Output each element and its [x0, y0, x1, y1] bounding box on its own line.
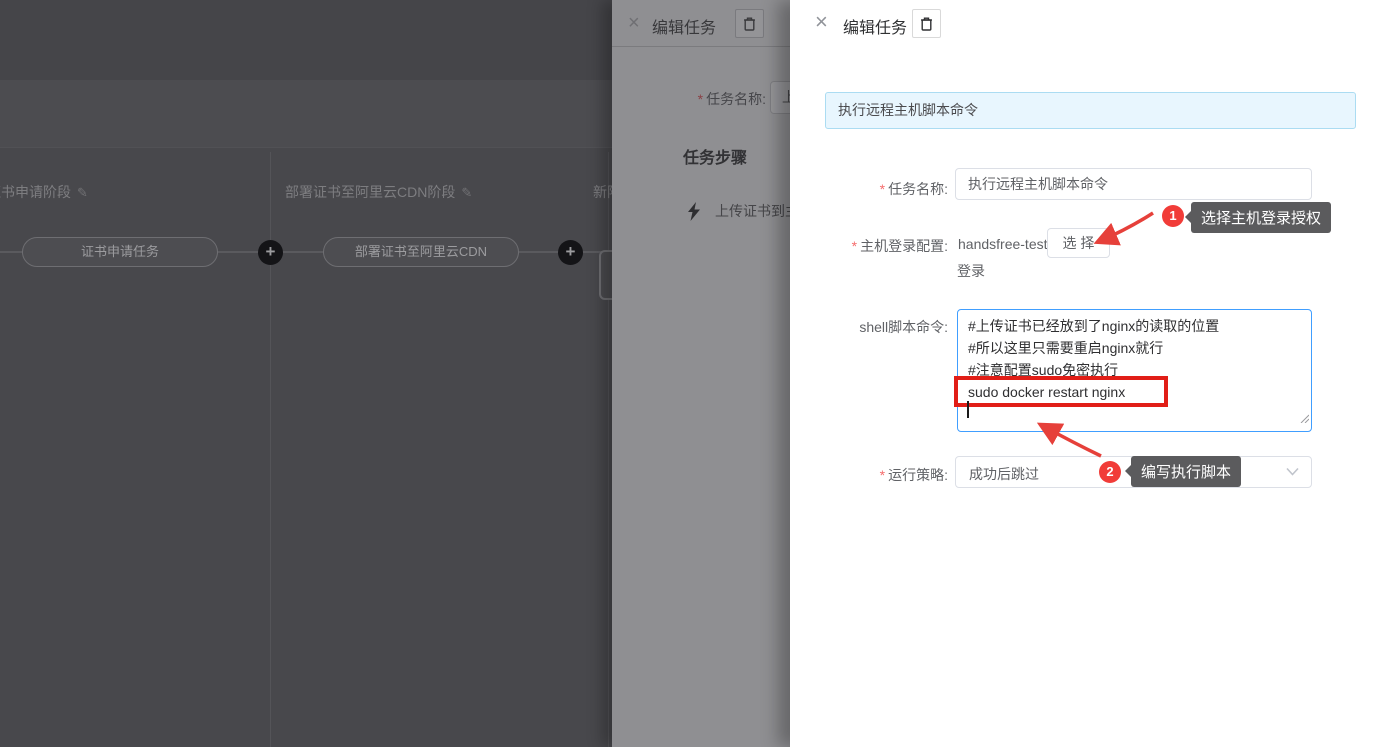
label-text: 任务名称:	[706, 91, 766, 107]
add-task-button[interactable]: +	[258, 240, 283, 265]
task-card-cert-apply[interactable]: 证书申请任务	[22, 237, 218, 267]
required-mark: *	[852, 238, 857, 254]
add-task-button[interactable]: +	[558, 240, 583, 265]
trash-icon[interactable]	[735, 9, 764, 38]
shell-script-textarea[interactable]: #上传证书已经放到了nginx的读取的位置 #所以这里只需要重启nginx就行 …	[957, 309, 1312, 432]
label-text: 主机登录配置:	[860, 238, 948, 254]
shell-line: #上传证书已经放到了nginx的读取的位置	[968, 315, 1301, 337]
drawer-title: 编辑任务	[843, 14, 907, 38]
edit-pencil-icon[interactable]: ✎	[77, 185, 88, 200]
stage-title-2: 部署证书至阿里云CDN阶段 ✎	[285, 182, 472, 202]
required-mark: *	[880, 467, 885, 483]
front-drawer-edit-task: × 编辑任务 执行远程主机脚本命令 *任务名称: 执行远程主机脚本命令 *主机登…	[790, 0, 1382, 747]
info-alert: 执行远程主机脚本命令	[825, 92, 1356, 129]
run-strategy-select[interactable]: 成功后跳过	[955, 456, 1312, 488]
task-name-input[interactable]: 执行远程主机脚本命令	[955, 168, 1312, 200]
drawer-title: 编辑任务	[652, 14, 716, 38]
host-login-value-wrap: 登录	[957, 261, 985, 281]
shell-line: #所以这里只需要重启nginx就行	[968, 337, 1301, 359]
shell-line: #注意配置sudo免密执行	[968, 359, 1301, 381]
resize-grip-icon[interactable]	[1299, 407, 1309, 429]
stage-title-text: 证书申请阶段	[0, 184, 71, 200]
task-step-item[interactable]: 上传证书到主	[687, 201, 799, 221]
host-login-label: *主机登录配置:	[790, 236, 948, 256]
chevron-down-icon	[1286, 467, 1299, 476]
label-text: 任务名称:	[888, 181, 948, 197]
app-page: 证书申请阶段✎ 部署证书至阿里云CDN阶段✎ 新阶段 证书申请任务 + 部署证书…	[0, 0, 1382, 747]
lightning-icon	[687, 202, 701, 221]
task-card-deploy-cdn[interactable]: 部署证书至阿里云CDN	[323, 237, 519, 267]
close-icon[interactable]: ×	[628, 11, 640, 35]
host-login-value: handsfree-test	[958, 236, 1048, 252]
task-name-label: *任务名称:	[612, 89, 766, 109]
close-icon[interactable]: ×	[815, 10, 828, 34]
required-mark: *	[880, 181, 885, 197]
selected-option: 成功后跳过	[969, 464, 1039, 484]
stage-divider	[608, 152, 609, 747]
stage-title-1: 证书申请阶段 ✎	[0, 182, 88, 202]
run-strategy-label: *运行策略:	[790, 465, 948, 485]
trash-icon[interactable]	[912, 9, 941, 38]
label-text: shell脚本命令:	[859, 319, 948, 335]
stage-title-text: 部署证书至阿里云CDN阶段	[285, 184, 455, 200]
step-label: 上传证书到主	[715, 201, 799, 221]
task-steps-heading: 任务步骤	[683, 144, 747, 168]
choose-host-button[interactable]: 选 择	[1047, 228, 1110, 258]
required-mark: *	[698, 91, 703, 107]
label-text: 运行策略:	[888, 467, 948, 483]
shell-line: sudo docker restart nginx	[968, 381, 1301, 403]
edit-pencil-icon[interactable]: ✎	[461, 185, 472, 200]
task-name-label: *任务名称:	[790, 179, 948, 199]
shell-script-label: shell脚本命令:	[790, 317, 948, 337]
